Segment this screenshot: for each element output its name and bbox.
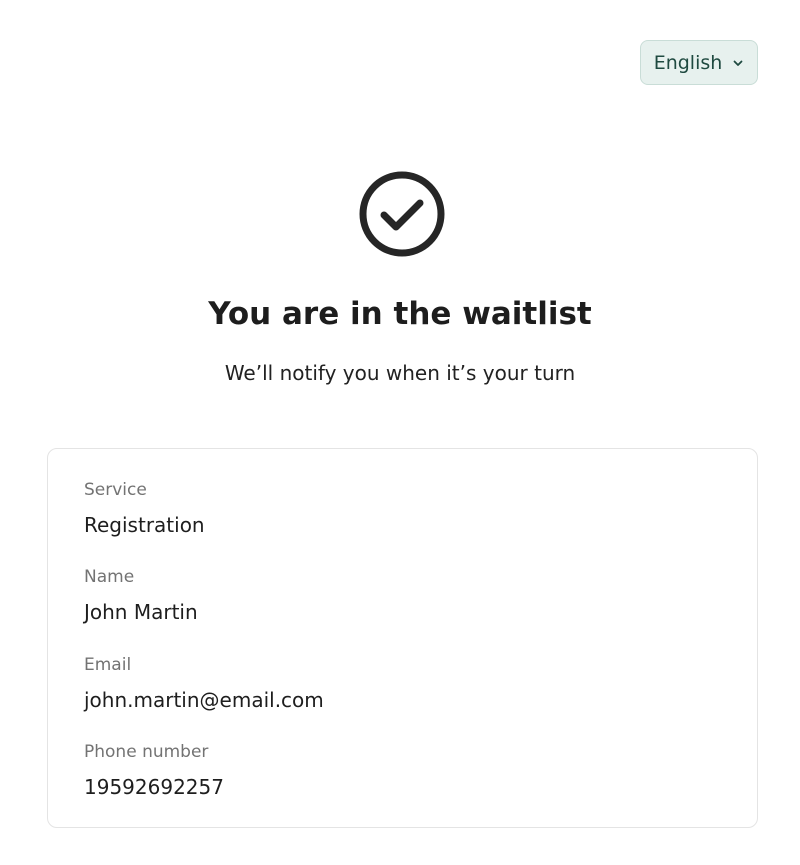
check-circle-icon — [358, 170, 446, 258]
language-label: English — [653, 51, 723, 74]
name-label: Name — [84, 567, 135, 587]
waitlist-details-card: Service Registration Name John Martin Em… — [47, 448, 758, 828]
name-value: John Martin — [84, 600, 198, 624]
language-select-button[interactable]: English — [640, 40, 758, 85]
page-subtitle: We’ll notify you when it’s your turn — [224, 361, 576, 385]
chevron-down-icon — [732, 57, 744, 69]
email-label: Email — [84, 655, 132, 675]
page-title: You are in the waitlist — [208, 296, 592, 332]
email-value: john.martin@email.com — [84, 688, 324, 712]
phone-number-label: Phone number — [84, 742, 209, 762]
phone-number-value: 19592692257 — [84, 775, 224, 799]
service-value: Registration — [84, 513, 205, 537]
service-label: Service — [84, 480, 147, 500]
